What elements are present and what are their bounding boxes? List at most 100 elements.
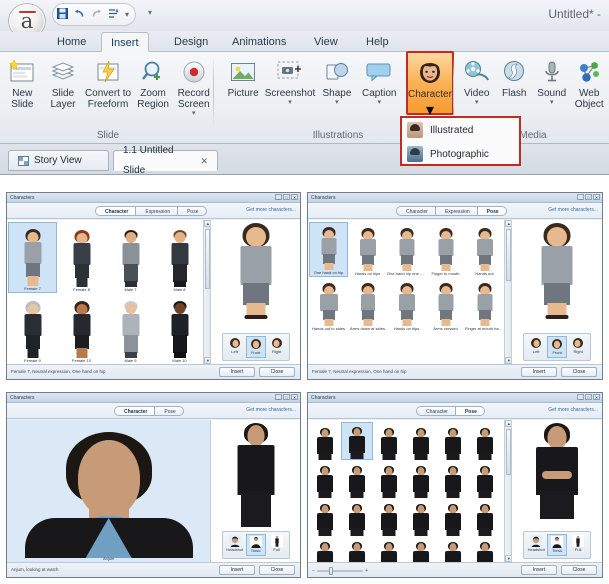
pose-cell[interactable] — [373, 498, 405, 536]
scroll-up-icon[interactable]: ▲ — [204, 220, 211, 227]
sound-caret-icon[interactable]: ▾ — [550, 99, 554, 107]
pose-cell[interactable] — [437, 460, 469, 498]
align-icon[interactable] — [108, 8, 119, 21]
pose-grid-pane[interactable]: ▲ ▼ — [308, 420, 513, 562]
insert-button[interactable]: Insert — [521, 367, 557, 377]
scroll-down-icon[interactable]: ▼ — [204, 357, 211, 364]
pose-cell[interactable] — [469, 498, 501, 536]
tab-view[interactable]: View — [305, 32, 347, 52]
get-more-characters-link[interactable]: Get more characters... — [246, 407, 296, 413]
save-icon[interactable] — [57, 8, 68, 21]
close-button[interactable]: Close — [561, 367, 597, 377]
dialog-tab-pose[interactable]: Pose — [454, 406, 485, 416]
pose-cell[interactable]: Finger at mouth hand s... — [465, 277, 504, 332]
grid-scrollbar[interactable]: ▲ ▼ — [203, 220, 211, 364]
scroll-thumb[interactable] — [205, 229, 211, 289]
dialog-tab-pose[interactable]: Pose — [476, 206, 507, 216]
pose-grid-pane[interactable]: One hand on hip Hands on hips One hand h… — [308, 220, 513, 364]
pose-cell[interactable] — [341, 536, 373, 562]
view-button-left[interactable]: Left — [225, 336, 245, 358]
qat-overflow-icon[interactable]: ▾ — [148, 8, 152, 17]
pose-cell[interactable] — [387, 332, 426, 364]
maximize-icon[interactable]: □ — [283, 194, 290, 200]
pose-cell[interactable] — [437, 422, 469, 460]
minimize-icon[interactable]: _ — [577, 394, 584, 400]
scroll-thumb[interactable] — [506, 229, 512, 281]
zoom-region-button[interactable]: Zoom Region — [133, 53, 174, 123]
pose-cell[interactable] — [405, 460, 437, 498]
tab-animations[interactable]: Animations — [223, 32, 295, 52]
video-button[interactable]: Video ▾ — [458, 53, 496, 123]
photo-character-preview-large[interactable] — [7, 420, 210, 558]
grid-scrollbar[interactable]: ▲ ▼ — [504, 420, 512, 562]
video-caret-icon[interactable]: ▾ — [475, 99, 479, 107]
pose-cell[interactable] — [309, 536, 341, 562]
menu-item-illustrated[interactable]: Illustrated — [402, 118, 519, 142]
zoom-slider[interactable]: − + — [312, 567, 368, 575]
menu-item-photographic[interactable]: Photographic — [402, 142, 519, 166]
pose-cell[interactable] — [437, 498, 469, 536]
slide-layer-button[interactable]: Slide Layer — [43, 53, 84, 123]
redo-icon[interactable] — [91, 8, 102, 21]
character-cell[interactable]: Male 8 — [155, 222, 204, 293]
view-button-left[interactable]: Left — [526, 336, 546, 358]
pose-cell[interactable]: Arms crossed — [426, 277, 465, 332]
character-cell[interactable]: Male 7 — [106, 222, 155, 293]
pose-cell[interactable] — [469, 460, 501, 498]
pose-cell[interactable] — [405, 498, 437, 536]
view-button-full[interactable]: Full — [568, 534, 588, 556]
tab-help[interactable]: Help — [357, 32, 398, 52]
view-button-torso[interactable]: Torso — [245, 534, 266, 556]
pose-cell[interactable]: Arms down at sides — [348, 277, 387, 332]
pose-cell[interactable] — [309, 498, 341, 536]
maximize-icon[interactable]: □ — [585, 194, 592, 200]
pose-cell[interactable]: One hand on hip — [309, 222, 348, 277]
pose-cell[interactable] — [465, 332, 504, 364]
character-cell[interactable]: Female 10 — [57, 293, 106, 364]
screenshot-caret-icon[interactable]: ▾ — [288, 99, 292, 107]
slide-tab-story-view[interactable]: Story View — [8, 150, 109, 171]
character-cell[interactable]: Female 8 — [57, 222, 106, 293]
character-grid-pane[interactable]: Anjum — [7, 420, 212, 562]
record-screen-button[interactable]: Record Screen ▾ — [173, 53, 214, 123]
new-slide-button[interactable]: New Slide — [2, 53, 43, 123]
dialog-tab-character[interactable]: Character — [114, 406, 155, 416]
pose-cell[interactable]: Hands out to sides — [309, 277, 348, 332]
dialog-tab-character[interactable]: Character — [95, 206, 136, 216]
scroll-thumb[interactable] — [506, 429, 512, 475]
undo-icon[interactable] — [74, 8, 85, 21]
shape-caret-icon[interactable]: ▾ — [335, 99, 339, 107]
character-cell[interactable]: Female 9 — [8, 293, 57, 364]
pose-cell[interactable] — [341, 498, 373, 536]
character-grid-pane[interactable]: Female 7 Female 8 Male 7 Male 8 Female 9… — [7, 220, 212, 364]
qat-dropdown-icon[interactable]: ▾ — [125, 9, 129, 21]
pose-cell[interactable]: Finger to mouth — [426, 222, 465, 277]
close-icon[interactable]: ✕ — [593, 194, 600, 200]
view-button-full[interactable]: Full — [267, 534, 287, 556]
dialog-tab-character[interactable]: Character — [396, 206, 435, 216]
pose-cell[interactable] — [309, 422, 341, 460]
dialog-tab-pose[interactable]: Pose — [177, 206, 207, 216]
pose-cell[interactable] — [309, 332, 348, 364]
scroll-down-icon[interactable]: ▼ — [505, 357, 512, 364]
pose-cell[interactable]: Hands out — [465, 222, 504, 277]
caption-button[interactable]: Caption ▾ — [358, 53, 400, 123]
shape-button[interactable]: Shape ▾ — [316, 53, 358, 123]
pose-cell[interactable]: One hand hip one han... — [387, 222, 426, 277]
insert-button[interactable]: Insert — [219, 565, 255, 575]
scroll-up-icon[interactable]: ▲ — [505, 220, 512, 227]
view-button-headshot[interactable]: Headshot — [526, 534, 546, 556]
view-button-right[interactable]: Right — [568, 336, 588, 358]
close-icon[interactable]: ✕ — [291, 394, 298, 400]
minimize-icon[interactable]: _ — [577, 194, 584, 200]
pose-cell[interactable] — [348, 332, 387, 364]
pose-cell[interactable] — [426, 332, 465, 364]
tab-home[interactable]: Home — [48, 32, 95, 52]
character-cell[interactable]: Female 7 — [8, 222, 57, 293]
scroll-up-icon[interactable]: ▲ — [505, 420, 512, 427]
scroll-down-icon[interactable]: ▼ — [505, 555, 512, 562]
character-button[interactable]: Character ▾ — [405, 51, 455, 119]
picture-button[interactable]: Picture — [222, 53, 264, 123]
convert-freeform-button[interactable]: Convert to Freeform — [83, 53, 132, 123]
close-button[interactable]: Close — [561, 565, 597, 575]
